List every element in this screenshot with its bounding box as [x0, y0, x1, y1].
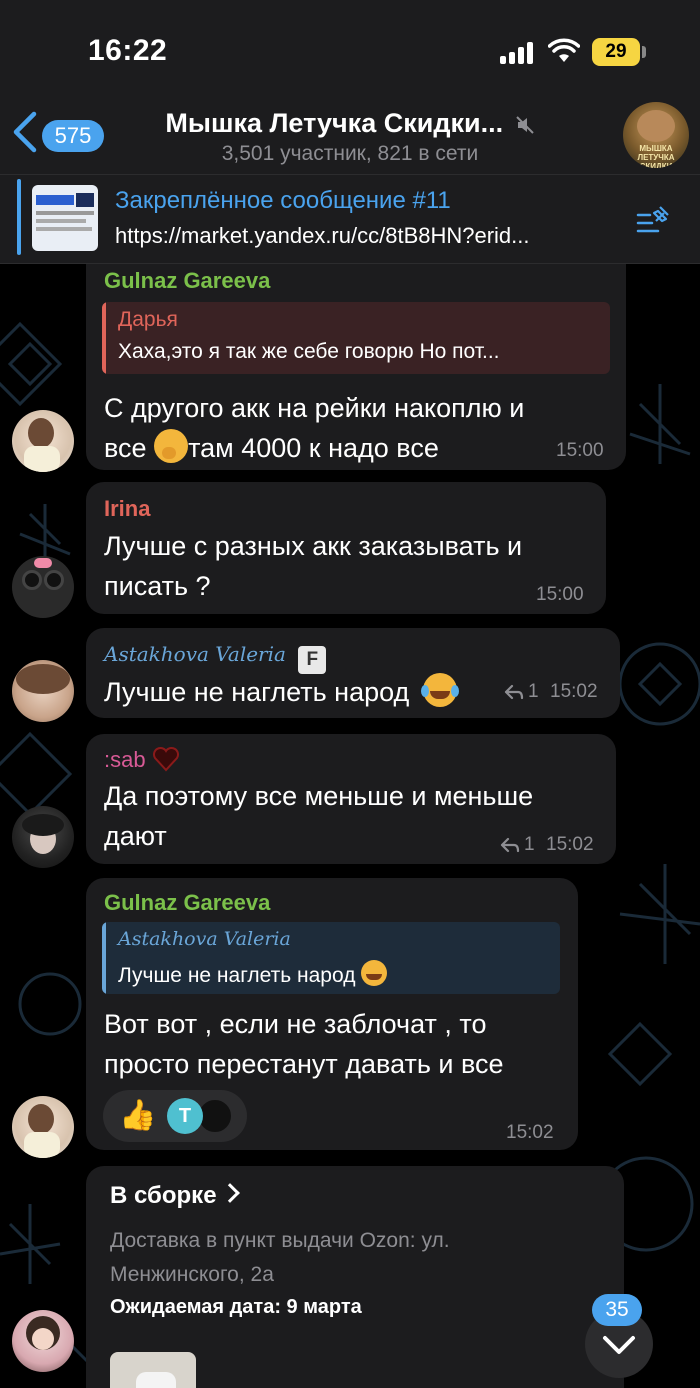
message-sender[interactable]: Gulnaz Gareeva	[104, 890, 270, 916]
message-sender-name: Astakhova Valeria	[104, 642, 286, 666]
chat-title-text: Мышка Летучка Скидки...	[165, 108, 504, 138]
battery-tip	[642, 46, 646, 58]
reply-quote[interactable]: Дарья Хаха,это я так же себе говорю Но п…	[102, 302, 610, 374]
message-text: Вот вот , если не заблочат , то просто п…	[104, 1004, 564, 1084]
unread-messages-badge: 35	[592, 1294, 642, 1326]
message-time: 15:02	[550, 681, 598, 702]
order-address: Доставка в пункт выдачи Ozon: ул. Менжин…	[110, 1229, 450, 1286]
battery-indicator: 29	[592, 38, 640, 66]
reply-quote-sender: Дарья	[118, 308, 178, 331]
pinned-list-icon[interactable]	[636, 203, 672, 235]
message-text: Лучше не наглеть народ	[104, 672, 524, 712]
chat-title[interactable]: Мышка Летучка Скидки...	[150, 108, 550, 139]
reply-quote-text: Хаха,это я так же себе говорю Но пот...	[118, 340, 500, 363]
pinned-thumbnail	[32, 185, 98, 251]
message-text-line: просто перестанут давать и все	[104, 1049, 504, 1079]
reaction-user-avatar: T	[167, 1098, 203, 1134]
message-text-line: писать ?	[104, 571, 211, 601]
back-chevron-icon[interactable]	[10, 110, 42, 154]
message-sender-name: :sab	[104, 747, 146, 772]
order-card[interactable]: В сборке Доставка в пункт выдачи Ozon: у…	[86, 1166, 624, 1388]
pinned-title: Закреплённое сообщение #11	[115, 187, 451, 214]
reply-count[interactable]: 1	[528, 681, 539, 703]
tears-of-joy-emoji-icon	[420, 673, 459, 707]
avatar[interactable]	[12, 660, 74, 722]
status-time: 16:22	[88, 34, 168, 67]
heart-icon	[152, 746, 179, 772]
pinned-text: https://market.yandex.ru/cc/8tB8HN?erid.…	[115, 223, 530, 248]
shushing-face-emoji-icon	[154, 429, 189, 463]
pinned-indicator	[17, 179, 21, 255]
order-expected-date: Ожидаемая дата: 9 марта	[110, 1296, 362, 1318]
message-text-line: все там 4000 к надо все	[104, 428, 604, 468]
order-status-link[interactable]: В сборке	[110, 1182, 240, 1210]
group-avatar[interactable]: МЫШКА ЛЕТУЧКА СКИДКИ	[623, 102, 689, 168]
reply-arrow-icon[interactable]	[504, 684, 524, 700]
avatar[interactable]	[12, 1310, 74, 1372]
message-time: 15:00	[536, 584, 584, 605]
message-time: 15:02	[506, 1122, 554, 1143]
reply-count[interactable]: 1	[524, 834, 535, 856]
message-text: С другого акк на рейки накоплю и все там…	[104, 388, 604, 468]
thumbs-up-emoji-icon: 👍	[119, 1099, 157, 1132]
message-time: 15:02	[546, 834, 594, 855]
message-sender[interactable]: Irina	[104, 496, 150, 522]
message-sender[interactable]: Gulnaz Gareeva	[104, 268, 270, 294]
message-time: 15:00	[556, 440, 604, 461]
message-bubble[interactable]: :sab Да поэтому все меньше и меньше дают…	[86, 734, 616, 864]
message-sender[interactable]: :sab	[104, 746, 180, 773]
reaction-chip[interactable]: 👍 T	[103, 1090, 247, 1142]
chat-header: 575 Мышка Летучка Скидки... 3,501 участн…	[0, 96, 700, 174]
mouse-logo-icon	[637, 110, 675, 142]
avatar[interactable]	[12, 806, 74, 868]
chevron-right-icon	[219, 1183, 240, 1203]
wifi-icon	[548, 38, 580, 62]
message-text: Лучше с разных акк заказывать и писать ?	[104, 526, 594, 606]
reply-quote-sender: Astakhova Valeria	[118, 928, 291, 950]
cellular-signal-icon	[500, 42, 536, 64]
message-text-line: С другого акк на рейки накоплю и	[104, 393, 525, 423]
avatar[interactable]	[12, 1096, 74, 1158]
message-bubble[interactable]: Gulnaz Gareeva Дарья Хаха,это я так же с…	[86, 264, 626, 470]
message-text-segment: там 4000 к надо все	[188, 433, 439, 463]
message-text-segment: все	[104, 433, 147, 463]
message-bubble[interactable]: Irina Лучше с разных акк заказывать и пи…	[86, 482, 606, 614]
message-sender[interactable]: Astakhova Valeria F	[104, 642, 327, 674]
reply-quote-text-content: Лучше не наглеть народ	[118, 964, 356, 987]
tears-of-joy-emoji-icon	[361, 960, 388, 986]
message-text-content: Лучше не наглеть народ	[104, 677, 410, 707]
message-text-line: Лучше с разных акк заказывать и	[104, 531, 523, 561]
message-list[interactable]: Gulnaz Gareeva Дарья Хаха,это я так же с…	[0, 264, 700, 1388]
product-image[interactable]	[110, 1352, 196, 1388]
pinned-message-bar[interactable]: Закреплённое сообщение #11 https://marke…	[0, 174, 700, 264]
message-text-line: Вот вот , если не заблочат , то	[104, 1009, 487, 1039]
reply-quote[interactable]: Astakhova Valeria Лучше не наглеть народ	[102, 922, 560, 994]
reply-quote-text: Лучше не наглеть народ	[118, 960, 548, 988]
chat-member-count: 3,501 участник, 821 в сети	[221, 142, 479, 165]
reply-arrow-icon[interactable]	[500, 837, 520, 853]
unread-chats-badge[interactable]: 575	[42, 120, 104, 152]
group-avatar-logo-text: МЫШКА ЛЕТУЧКА СКИДКИ	[637, 144, 675, 168]
muted-icon	[515, 116, 534, 134]
sender-badge: F	[298, 646, 327, 674]
message-text-line: Да поэтому все меньше и меньше	[104, 781, 534, 811]
avatar[interactable]	[12, 410, 74, 472]
avatar[interactable]	[12, 556, 74, 618]
order-status: В сборке	[110, 1182, 217, 1209]
status-bar: 16:22 29	[0, 0, 700, 96]
message-bubble[interactable]: Astakhova Valeria F Лучше не наглеть нар…	[86, 628, 620, 718]
